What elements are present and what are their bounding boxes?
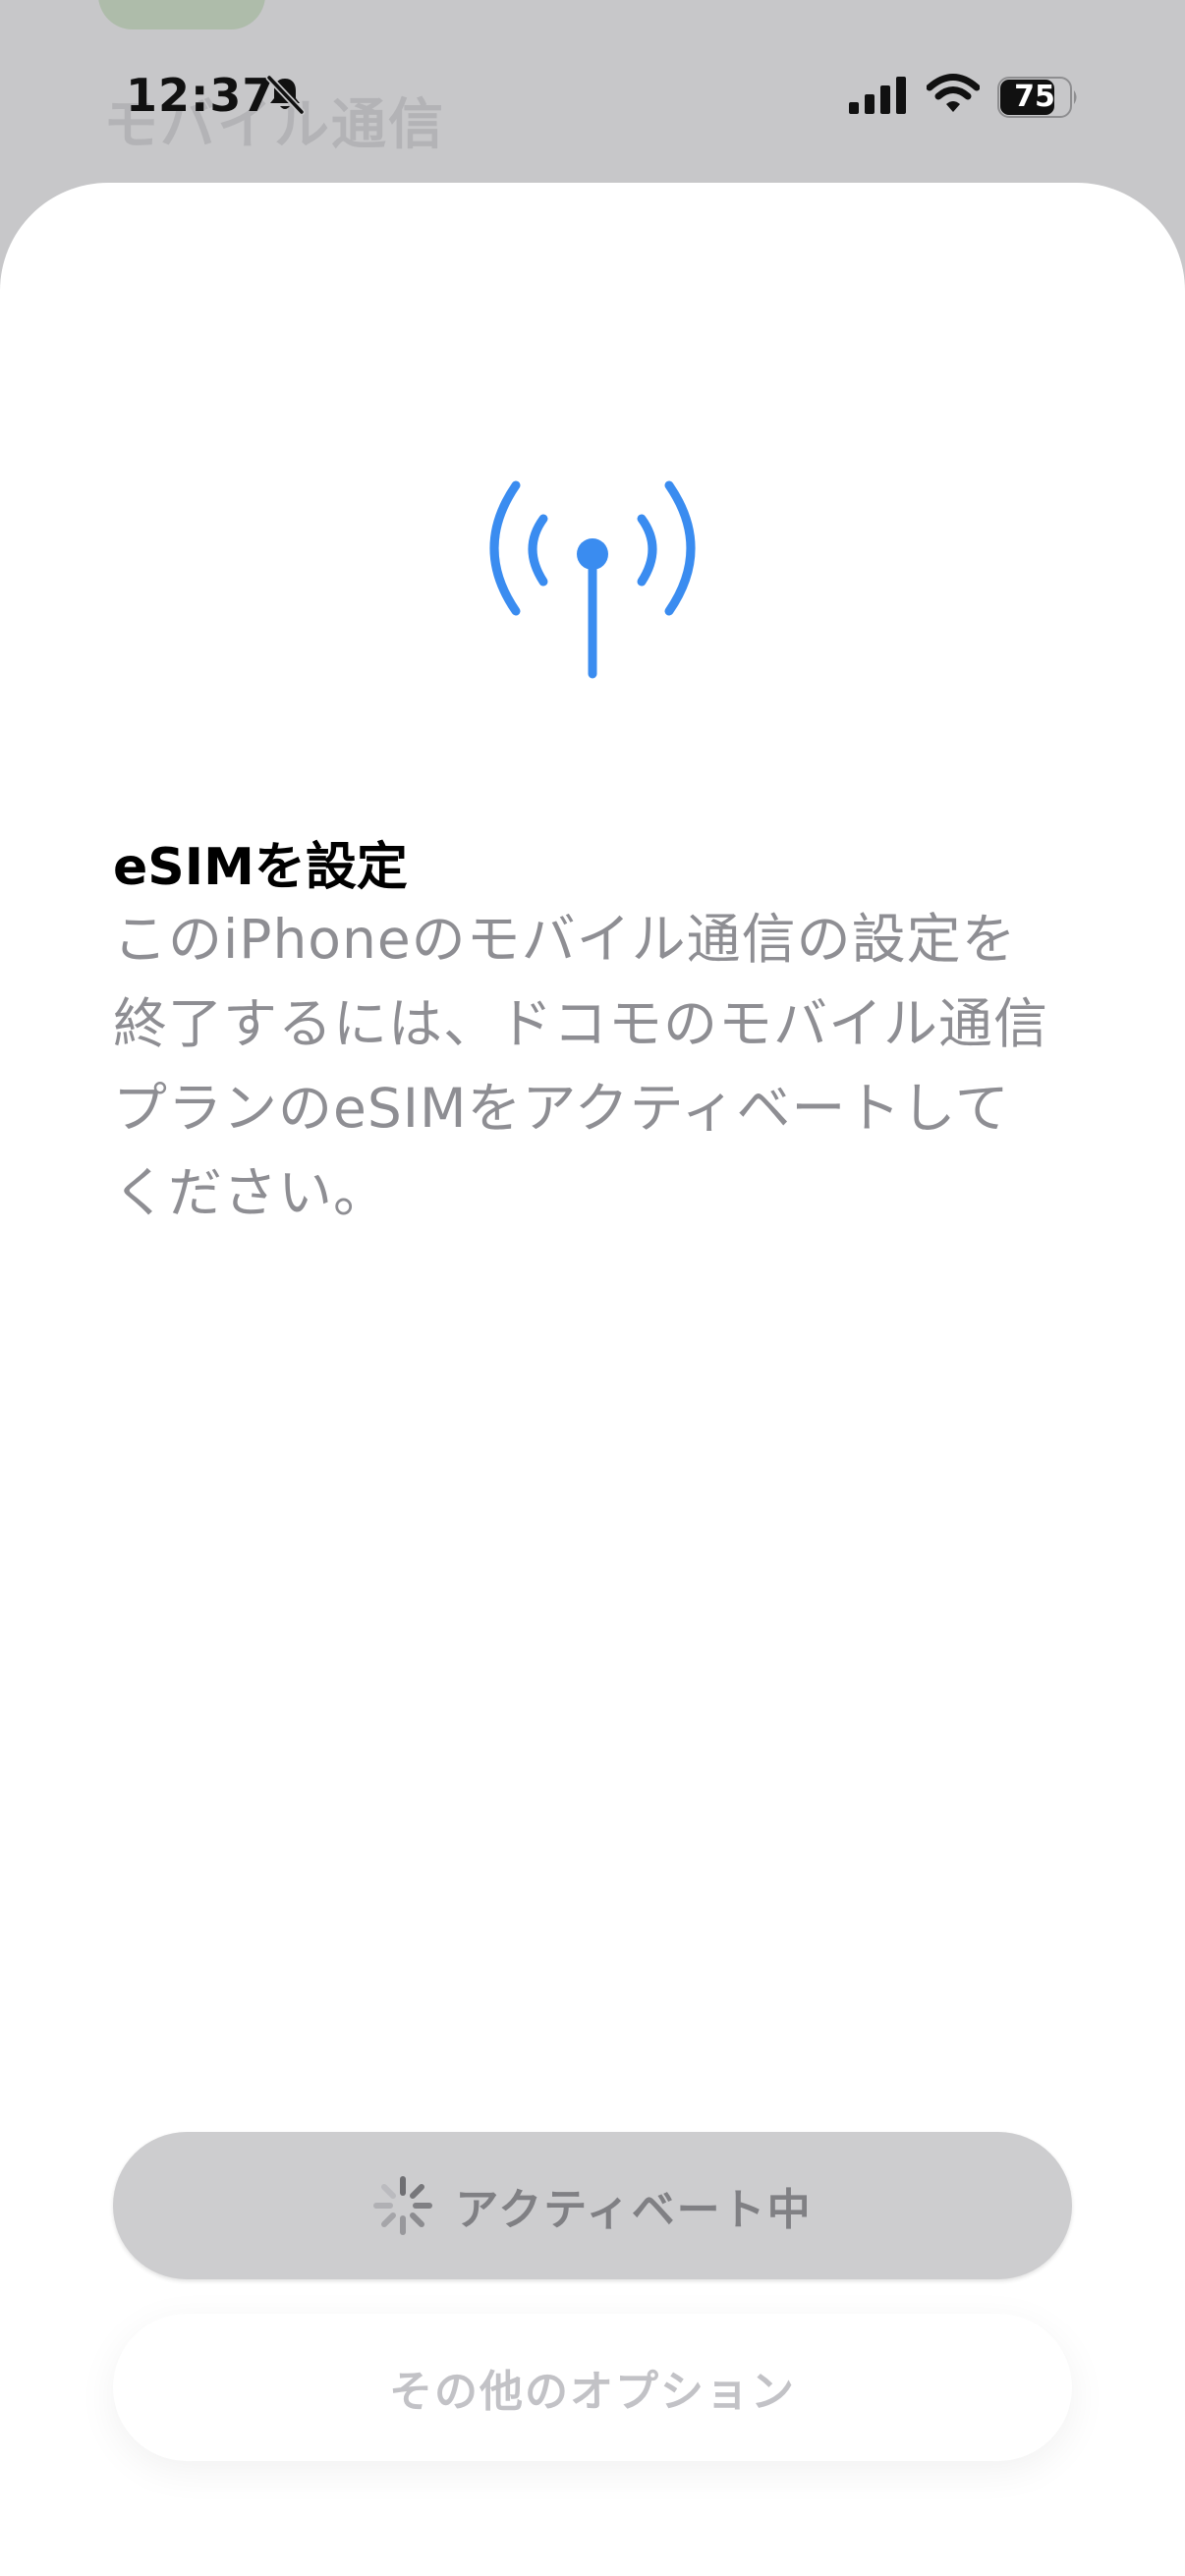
other-options-label: その他のオプション bbox=[389, 2367, 796, 2417]
status-time: 12:37 bbox=[126, 69, 275, 122]
sheet-heading: eSIMを設定 bbox=[113, 838, 408, 897]
activate-button-label: アクティベート中 bbox=[455, 2185, 813, 2235]
battery-icon: 75 bbox=[997, 77, 1080, 118]
wifi-icon bbox=[927, 74, 980, 112]
antenna-radiowaves-icon bbox=[489, 480, 696, 679]
other-options-button[interactable]: その他のオプション bbox=[113, 2314, 1072, 2461]
spinner-icon bbox=[373, 2176, 433, 2235]
bell-slash-icon bbox=[265, 74, 306, 116]
activate-button[interactable]: アクティベート中 bbox=[113, 2132, 1072, 2279]
sheet-description: このiPhoneのモバイル通信の設定を終了するには、ドコモのモバイル通信プランの… bbox=[113, 908, 1049, 1224]
battery-level: 75 bbox=[1014, 80, 1055, 114]
background-button bbox=[98, 0, 265, 29]
cellular-signal-icon bbox=[849, 77, 906, 114]
